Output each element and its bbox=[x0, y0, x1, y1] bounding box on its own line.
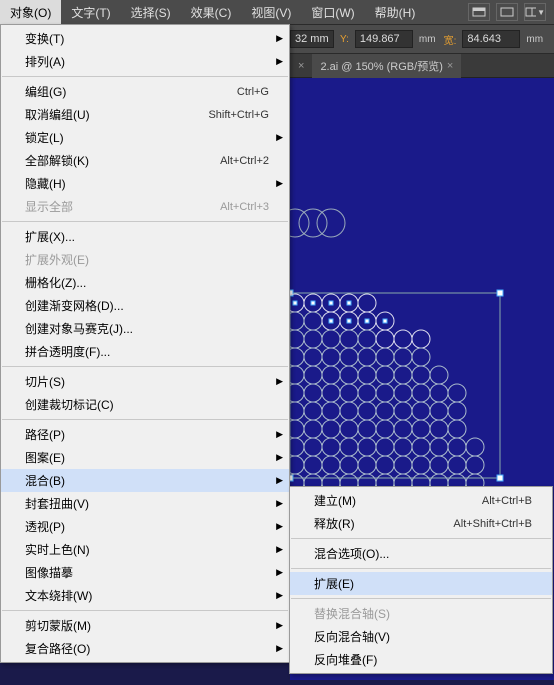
submenu-replace-spine: 替换混合轴(S) bbox=[290, 602, 552, 625]
tab-label: 2.ai @ 150% (RGB/预览) bbox=[320, 58, 442, 74]
menubar-type[interactable]: 文字(T) bbox=[61, 0, 120, 25]
submenu-expand[interactable]: 扩展(E) bbox=[290, 572, 552, 595]
menu-object-mosaic[interactable]: 创建对象马赛克(J)... bbox=[1, 317, 289, 340]
menu-envelope[interactable]: 封套扭曲(V)▶ bbox=[1, 492, 289, 515]
blend-submenu: 建立(M)Alt+Ctrl+B 释放(R)Alt+Shift+Ctrl+B 混合… bbox=[289, 486, 553, 674]
separator bbox=[2, 366, 288, 367]
arrow-icon: ▶ bbox=[276, 544, 283, 555]
arrow-icon: ▶ bbox=[276, 643, 283, 654]
layout-icon-3[interactable]: ▼ bbox=[524, 3, 546, 21]
menubar-object[interactable]: 对象(O) bbox=[0, 0, 61, 25]
separator bbox=[291, 538, 551, 539]
separator bbox=[291, 598, 551, 599]
arrow-icon: ▶ bbox=[276, 178, 283, 189]
menubar-effect[interactable]: 效果(C) bbox=[181, 0, 242, 25]
w-field[interactable] bbox=[462, 30, 520, 48]
submenu-reverse-front[interactable]: 反向堆叠(F) bbox=[290, 648, 552, 671]
arrow-icon: ▶ bbox=[276, 56, 283, 67]
menu-live-paint[interactable]: 实时上色(N)▶ bbox=[1, 538, 289, 561]
menu-gradient-mesh[interactable]: 创建渐变网格(D)... bbox=[1, 294, 289, 317]
arrow-icon: ▶ bbox=[276, 132, 283, 143]
menu-blend[interactable]: 混合(B)▶ bbox=[1, 469, 289, 492]
menubar-right-icons: ▼ bbox=[468, 3, 554, 21]
arrow-icon: ▶ bbox=[276, 429, 283, 440]
close-icon[interactable]: × bbox=[447, 60, 453, 72]
separator bbox=[2, 419, 288, 420]
separator bbox=[2, 76, 288, 77]
menu-ungroup[interactable]: 取消编组(U)Shift+Ctrl+G bbox=[1, 103, 289, 126]
arrow-icon: ▶ bbox=[276, 475, 283, 486]
layout-icon-2[interactable] bbox=[496, 3, 518, 21]
x-field[interactable] bbox=[290, 30, 334, 48]
menubar-view[interactable]: 视图(V) bbox=[241, 0, 301, 25]
arrow-icon: ▶ bbox=[276, 498, 283, 509]
menu-path[interactable]: 路径(P)▶ bbox=[1, 423, 289, 446]
menu-show-all: 显示全部Alt+Ctrl+3 bbox=[1, 195, 289, 218]
tab-1[interactable]: × bbox=[290, 56, 312, 76]
tab-2[interactable]: 2.ai @ 150% (RGB/预览) × bbox=[312, 54, 461, 78]
submenu-reverse-spine[interactable]: 反向混合轴(V) bbox=[290, 625, 552, 648]
y-label: Y: bbox=[338, 34, 351, 45]
menu-lock[interactable]: 锁定(L)▶ bbox=[1, 126, 289, 149]
menu-expand[interactable]: 扩展(X)... bbox=[1, 225, 289, 248]
menu-text-wrap[interactable]: 文本绕排(W)▶ bbox=[1, 584, 289, 607]
close-icon[interactable]: × bbox=[298, 60, 304, 72]
arrow-icon: ▶ bbox=[276, 567, 283, 578]
menubar-help[interactable]: 帮助(H) bbox=[365, 0, 426, 25]
menu-pattern[interactable]: 图案(E)▶ bbox=[1, 446, 289, 469]
arrow-icon: ▶ bbox=[276, 521, 283, 532]
submenu-make[interactable]: 建立(M)Alt+Ctrl+B bbox=[290, 489, 552, 512]
menu-rasterize[interactable]: 栅格化(Z)... bbox=[1, 271, 289, 294]
arrow-icon: ▶ bbox=[276, 452, 283, 463]
w-label: 宽: bbox=[442, 32, 459, 47]
menu-image-trace[interactable]: 图像描摹▶ bbox=[1, 561, 289, 584]
menu-slice[interactable]: 切片(S)▶ bbox=[1, 370, 289, 393]
arrow-icon: ▶ bbox=[276, 590, 283, 601]
mm-label-1: mm bbox=[417, 34, 438, 45]
menu-expand-appearance: 扩展外观(E) bbox=[1, 248, 289, 271]
menu-clip-mask[interactable]: 剪切蒙版(M)▶ bbox=[1, 614, 289, 637]
menubar-window[interactable]: 窗口(W) bbox=[301, 0, 364, 25]
menubar-select[interactable]: 选择(S) bbox=[121, 0, 181, 25]
arrow-icon: ▶ bbox=[276, 33, 283, 44]
layout-icon-1[interactable] bbox=[468, 3, 490, 21]
submenu-options[interactable]: 混合选项(O)... bbox=[290, 542, 552, 565]
y-field[interactable] bbox=[355, 30, 413, 48]
submenu-release[interactable]: 释放(R)Alt+Shift+Ctrl+B bbox=[290, 512, 552, 535]
menu-transform[interactable]: 变换(T)▶ bbox=[1, 27, 289, 50]
arrow-icon: ▶ bbox=[276, 376, 283, 387]
menu-crop-marks[interactable]: 创建裁切标记(C) bbox=[1, 393, 289, 416]
separator bbox=[2, 610, 288, 611]
object-menu: 变换(T)▶ 排列(A)▶ 编组(G)Ctrl+G 取消编组(U)Shift+C… bbox=[0, 24, 290, 663]
separator bbox=[291, 568, 551, 569]
menu-arrange[interactable]: 排列(A)▶ bbox=[1, 50, 289, 73]
menu-group[interactable]: 编组(G)Ctrl+G bbox=[1, 80, 289, 103]
separator bbox=[2, 221, 288, 222]
menu-unlock-all[interactable]: 全部解锁(K)Alt+Ctrl+2 bbox=[1, 149, 289, 172]
menubar: 对象(O) 文字(T) 选择(S) 效果(C) 视图(V) 窗口(W) 帮助(H… bbox=[0, 0, 554, 24]
menu-flatten[interactable]: 拼合透明度(F)... bbox=[1, 340, 289, 363]
menu-perspective[interactable]: 透视(P)▶ bbox=[1, 515, 289, 538]
mm-label-2: mm bbox=[524, 34, 545, 45]
arrow-icon: ▶ bbox=[276, 620, 283, 631]
menu-hide[interactable]: 隐藏(H)▶ bbox=[1, 172, 289, 195]
menu-compound-path[interactable]: 复合路径(O)▶ bbox=[1, 637, 289, 660]
